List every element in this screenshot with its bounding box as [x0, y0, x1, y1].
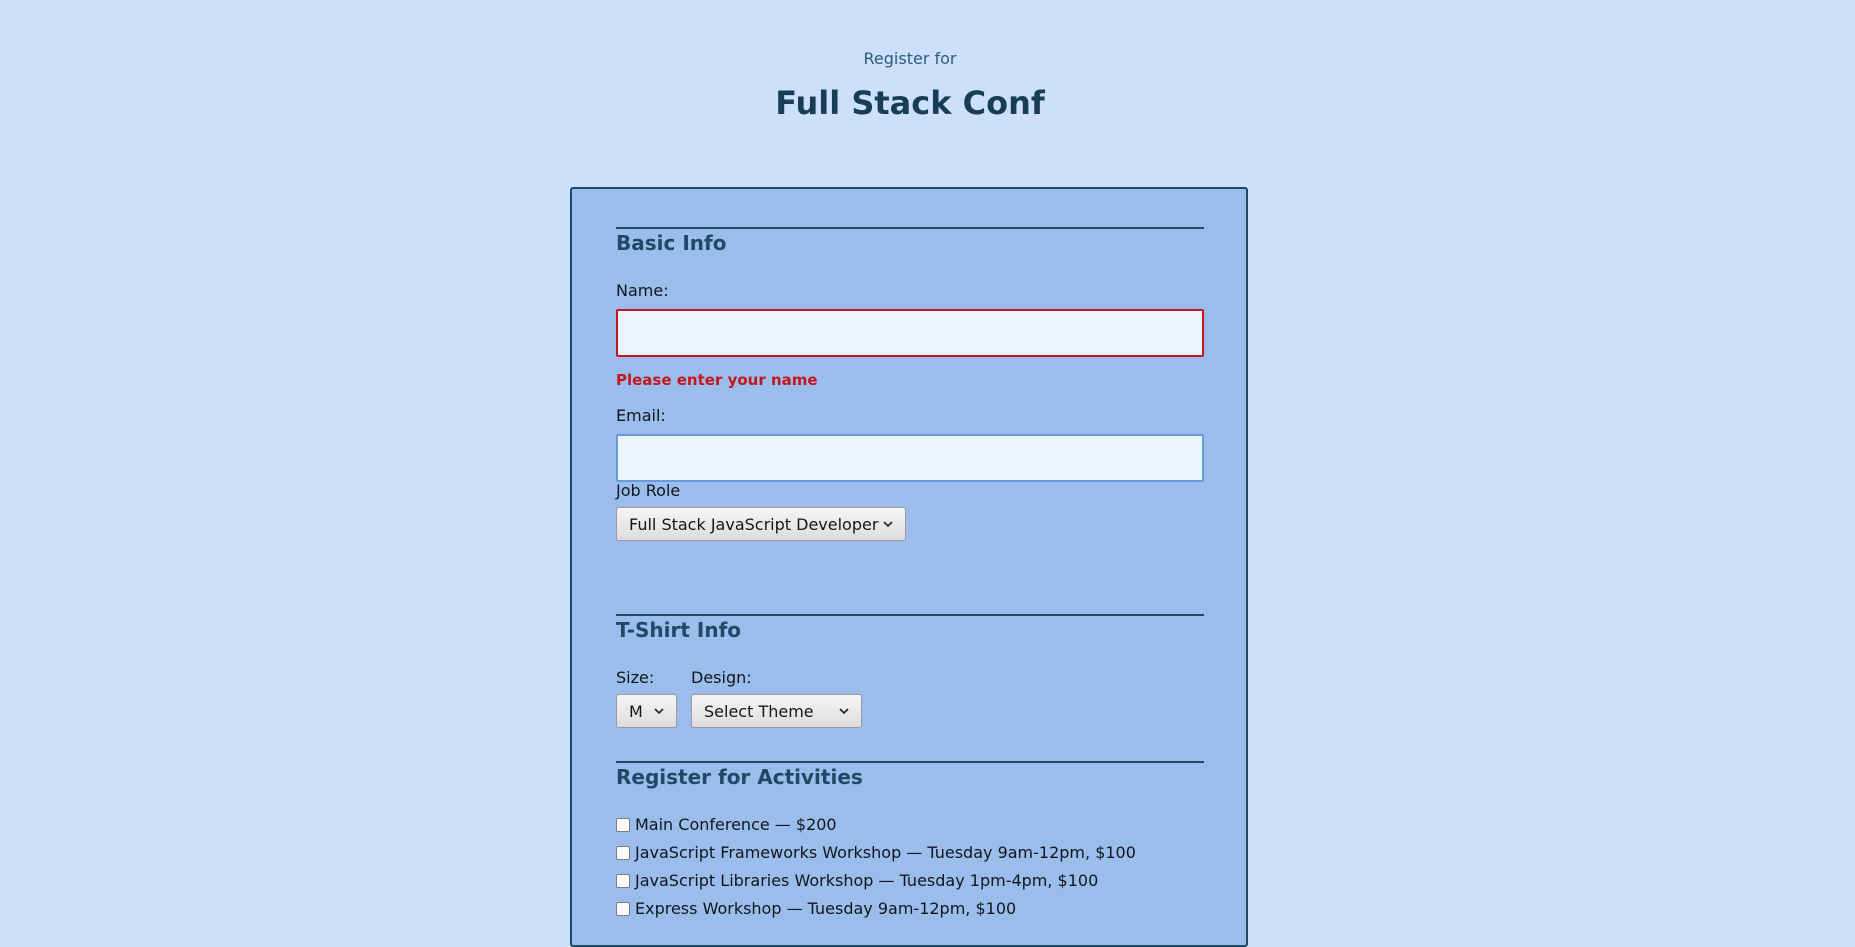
activity-item[interactable]: JavaScript Frameworks Workshop — Tuesday… — [616, 843, 1136, 862]
size-label: Size: — [616, 668, 655, 687]
activity-label: JavaScript Frameworks Workshop — Tuesday… — [635, 843, 1136, 862]
activity-item[interactable]: Express Workshop — Tuesday 9am-12pm, $10… — [616, 899, 1016, 918]
size-selected-value: M — [629, 701, 643, 721]
page-subtitle: Register for — [863, 49, 957, 68]
name-input[interactable] — [616, 309, 1204, 357]
size-select[interactable]: M — [616, 694, 677, 728]
activity-label: Main Conference — $200 — [635, 815, 837, 834]
activity-checkbox[interactable] — [616, 873, 630, 888]
activity-label: Express Workshop — Tuesday 9am-12pm, $10… — [635, 899, 1017, 918]
activity-checkbox[interactable] — [616, 901, 630, 916]
job-role-select[interactable]: Full Stack JavaScript Developer — [616, 507, 906, 541]
email-input[interactable] — [616, 434, 1204, 482]
design-select[interactable]: Select Theme — [691, 694, 862, 728]
registration-form: Basic Info Name: Please enter your name … — [570, 187, 1248, 947]
basic-info-divider — [616, 227, 1204, 229]
tshirt-info-title: T-Shirt Info — [616, 618, 742, 642]
design-label: Design: — [691, 668, 752, 687]
chevron-down-icon — [654, 708, 664, 715]
tshirt-info-divider — [616, 614, 1204, 616]
chevron-down-icon — [839, 708, 849, 715]
activity-checkbox[interactable] — [616, 845, 630, 860]
page-title: Full Stack Conf — [775, 84, 1045, 122]
activity-checkbox[interactable] — [616, 817, 630, 832]
activity-item[interactable]: Main Conference — $200 — [616, 815, 837, 834]
activity-item[interactable]: JavaScript Libraries Workshop — Tuesday … — [616, 871, 1098, 890]
activities-divider — [616, 761, 1204, 763]
basic-info-title: Basic Info — [616, 231, 727, 255]
chevron-down-icon — [883, 521, 893, 528]
email-label: Email: — [616, 406, 666, 425]
activities-title: Register for Activities — [616, 765, 863, 789]
design-selected-value: Select Theme — [704, 701, 814, 721]
job-role-label: Job Role — [616, 481, 681, 500]
name-error-message: Please enter your name — [616, 371, 818, 389]
activity-label: JavaScript Libraries Workshop — Tuesday … — [635, 871, 1099, 890]
job-role-selected-value: Full Stack JavaScript Developer — [629, 514, 879, 534]
name-label: Name: — [616, 281, 669, 300]
